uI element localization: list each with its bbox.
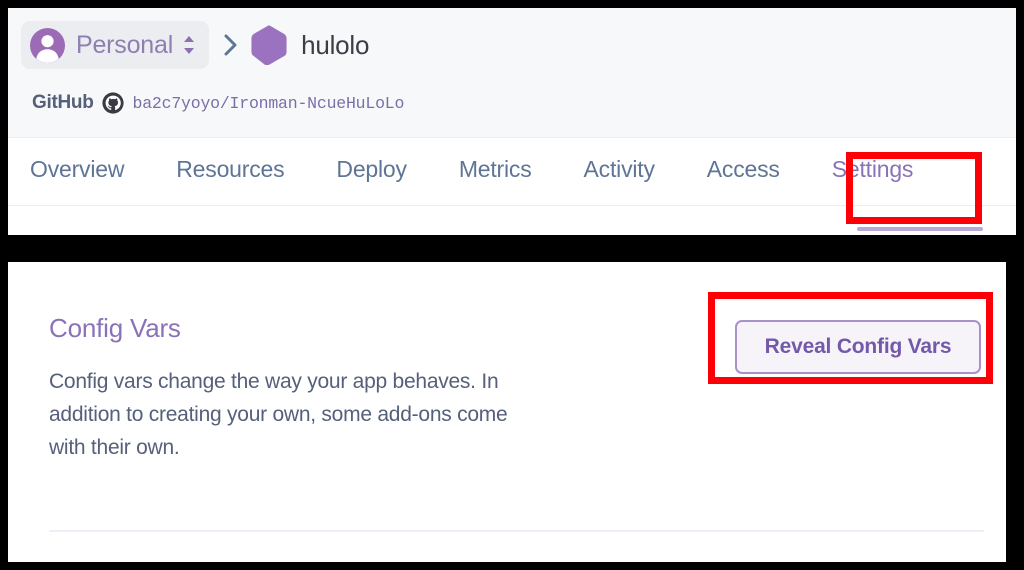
tab-metrics[interactable]: Metrics xyxy=(459,156,532,203)
tab-overview[interactable]: Overview xyxy=(30,156,124,203)
tab-activity[interactable]: Activity xyxy=(584,156,655,203)
app-header-panel: Personal hulolo GitHub ba2c7yoyo/Ironman… xyxy=(5,5,1019,238)
hexagon-app-icon xyxy=(251,25,287,65)
config-vars-description: Config vars change the way your app beha… xyxy=(49,370,508,459)
tab-list: Overview Resources Deploy Metrics Activi… xyxy=(30,156,965,203)
tab-bar-divider xyxy=(8,205,1016,206)
app-name-label: hulolo xyxy=(301,29,370,60)
section-divider xyxy=(49,530,984,532)
tab-resources[interactable]: Resources xyxy=(176,156,284,203)
breadcrumb: Personal hulolo xyxy=(21,21,369,69)
config-vars-section: Config Vars Config vars change the way y… xyxy=(8,262,1006,562)
navigation-tab-bar: Overview Resources Deploy Metrics Activi… xyxy=(8,138,1016,235)
team-switcher[interactable]: Personal xyxy=(21,21,210,69)
breadcrumb-header: Personal hulolo GitHub ba2c7yoyo/Ironman… xyxy=(8,8,1016,138)
repo-provider-label: GitHub xyxy=(32,92,94,113)
tab-deploy[interactable]: Deploy xyxy=(336,156,407,203)
chevron-right-icon xyxy=(223,33,238,57)
reveal-config-vars-button[interactable]: Reveal Config Vars xyxy=(735,320,981,374)
github-octocat-icon xyxy=(101,92,124,114)
active-tab-underline xyxy=(857,227,983,231)
tab-settings[interactable]: Settings xyxy=(832,156,914,203)
config-vars-heading: Config Vars xyxy=(49,313,181,343)
team-name-label: Personal xyxy=(76,30,174,59)
settings-content-panel: Config Vars Config vars change the way y… xyxy=(5,259,1009,565)
chevron-up-down-icon[interactable] xyxy=(182,33,196,57)
person-avatar-icon xyxy=(30,27,65,63)
repository-link[interactable]: GitHub ba2c7yoyo/Ironman-NcueHuLoLo xyxy=(32,92,404,114)
tab-access[interactable]: Access xyxy=(707,156,780,203)
repo-path-label: ba2c7yoyo/Ironman-NcueHuLoLo xyxy=(132,93,405,113)
